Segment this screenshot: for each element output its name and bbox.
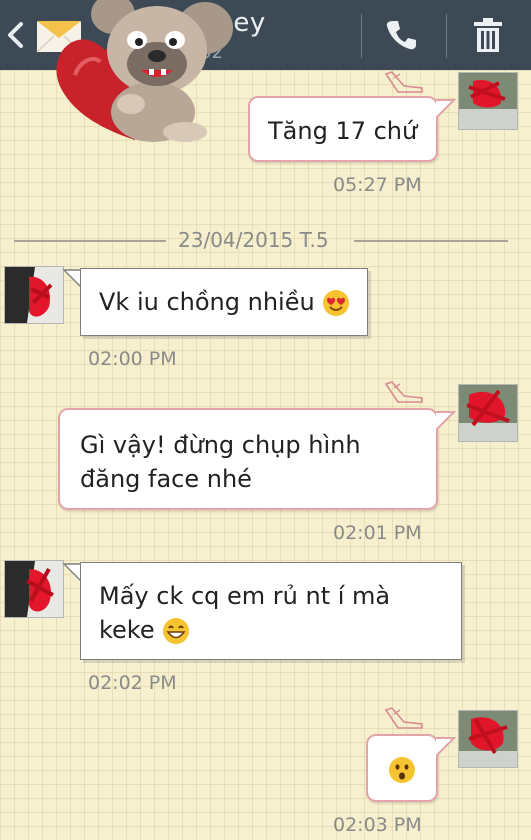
message-text-line: đăng face nhé — [80, 465, 252, 493]
bubble-tail — [436, 411, 456, 431]
avatar — [4, 266, 64, 324]
message-text-line: keke — [99, 613, 461, 647]
message-timestamp: 02:00 PM — [88, 348, 177, 370]
avatar — [458, 384, 518, 442]
header-divider — [361, 14, 362, 58]
message-timestamp: 05:27 PM — [333, 174, 422, 196]
header-divider — [446, 14, 447, 58]
message-bubble-outgoing[interactable]: Tăng 17 chứ — [248, 96, 438, 162]
message-text-line: Gì vậy! đừng chụp hình — [80, 431, 361, 459]
message-text: Vk iu chồng nhiều — [99, 288, 315, 316]
read-receipt-icon — [384, 707, 423, 729]
bubble-tail — [436, 737, 456, 757]
separator-line — [14, 240, 166, 242]
grinning-emoji-icon — [163, 618, 190, 644]
message-text: keke — [99, 616, 155, 644]
heart-eyes-emoji-icon — [323, 290, 350, 316]
avatar — [458, 710, 518, 768]
message-timestamp: 02:02 PM — [88, 672, 177, 694]
avatar — [4, 560, 64, 618]
message-bubble-incoming[interactable]: Vk iu chồng nhiều — [80, 268, 368, 336]
message-timestamp: 02:03 PM — [333, 814, 422, 836]
message-bubble-outgoing[interactable]: Gì vậy! đừng chụp hình đăng face nhé — [58, 408, 438, 510]
bubble-tail — [436, 99, 456, 119]
dog-heart-sticker — [45, 0, 245, 150]
message-bubble-incoming[interactable]: Mấy ck cq em rủ nt í mà keke — [80, 562, 462, 660]
surprised-emoji-icon — [389, 757, 415, 783]
read-receipt-icon — [384, 71, 423, 93]
phone-icon[interactable] — [384, 18, 418, 52]
trash-icon[interactable] — [470, 16, 506, 54]
message-bubble-outgoing[interactable] — [366, 734, 438, 802]
read-receipt-icon — [384, 381, 423, 403]
message-timestamp: 02:01 PM — [333, 522, 422, 544]
date-separator: 23/04/2015 T.5 — [14, 228, 508, 254]
avatar — [458, 72, 518, 130]
back-arrow-icon[interactable] — [4, 18, 28, 52]
separator-line — [354, 240, 508, 242]
message-text: Tăng 17 chứ — [268, 117, 418, 145]
date-separator-text: 23/04/2015 T.5 — [178, 228, 329, 252]
message-text-line: Mấy ck cq em rủ nt í mà — [99, 582, 391, 610]
